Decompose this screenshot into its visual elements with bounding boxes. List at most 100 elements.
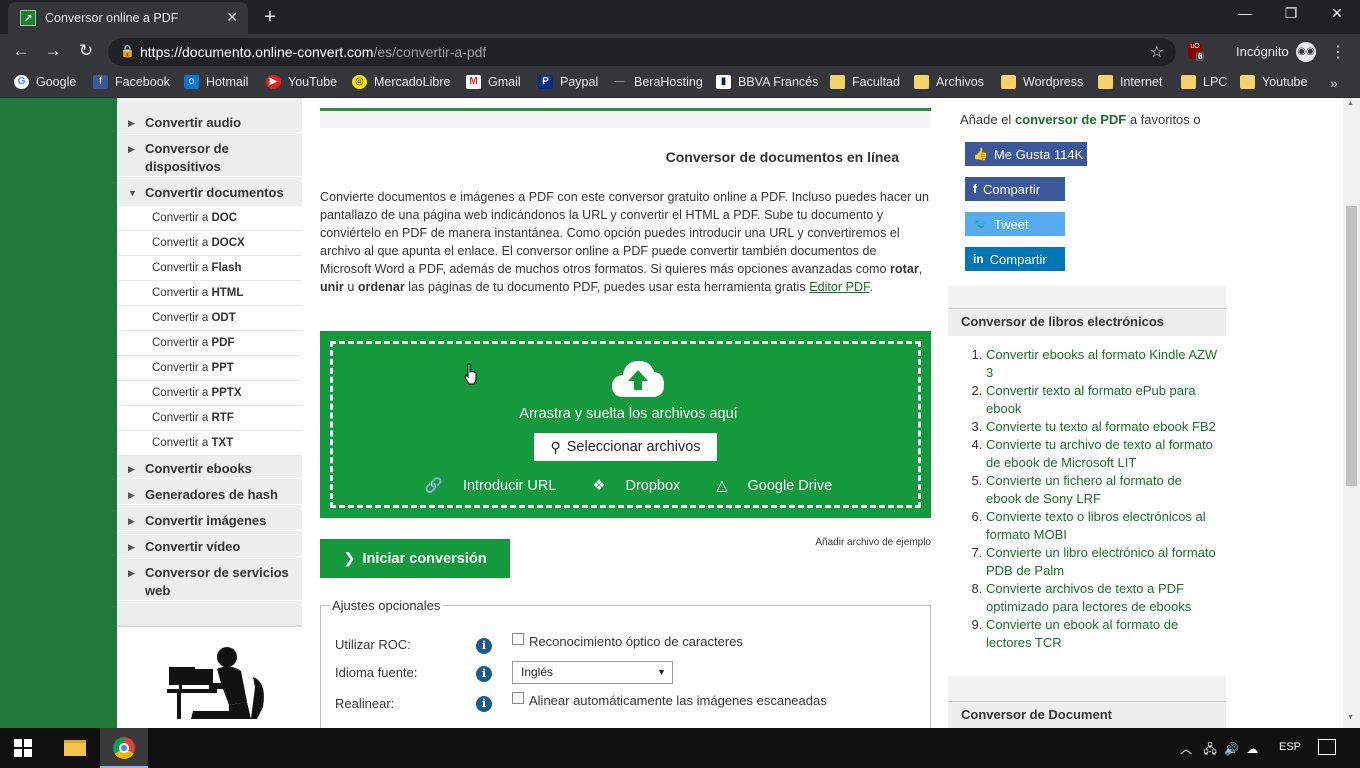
sidebar-item-imagenes[interactable]: ▶ Convertir imágenes (117, 512, 302, 531)
sidebar-subitem-pdf[interactable]: Convertir a PDF (117, 331, 302, 356)
close-window-button[interactable]: ✕ (1322, 5, 1352, 22)
gmail-icon: M (466, 75, 481, 89)
sidebar-subitem-ppt[interactable]: Convertir a PPT (117, 356, 302, 381)
onedrive-cloud-icon[interactable]: ☁ (1246, 742, 1258, 756)
incognito-icon[interactable]: ◉◉ (1296, 42, 1316, 62)
bookmark-berahosting[interactable]: — BeraHosting (612, 75, 703, 89)
dropbox-link[interactable]: ❖ Dropbox (584, 478, 688, 494)
list-item[interactable]: Convierte tu archivo de texto al formato… (986, 436, 1218, 472)
sidebar-subitem-flash[interactable]: Convertir a Flash (117, 256, 302, 281)
sidebar-subitem-doc[interactable]: Convertir a DOC (117, 206, 302, 231)
sidebar-item-ebooks[interactable]: ▶ Convertir ebooks (117, 460, 302, 479)
back-button[interactable]: ← (10, 41, 32, 61)
caret-right-icon: ▶ (128, 144, 135, 154)
sidebar-item-audio[interactable]: ▶ Convertir audio (117, 114, 302, 133)
enter-url-link[interactable]: 🔗 Introducir URL (417, 478, 565, 494)
sidebar-subitem-docx[interactable]: Convertir a DOCX (117, 231, 302, 256)
source-language-select[interactable]: Inglés ▼ (512, 661, 673, 684)
close-tab-icon[interactable]: ✕ (226, 9, 238, 26)
bookmark-facebook[interactable]: f Facebook (93, 75, 170, 89)
forward-button[interactable]: → (42, 41, 64, 61)
list-item[interactable]: Convierte un libro electrónico al format… (986, 544, 1218, 580)
bookmarks-overflow-icon[interactable]: » (1330, 75, 1338, 91)
bookmark-paypal[interactable]: P Paypal (538, 75, 598, 89)
windows-start-icon[interactable] (14, 739, 32, 757)
select-files-button[interactable]: ⚲ Seleccionar archivos (534, 433, 717, 461)
caret-right-icon: ▶ (128, 464, 135, 474)
network-icon[interactable]: 🖧 (1203, 742, 1216, 756)
file-drop-zone[interactable]: Arrastra y suelta los archivos aquí ⚲ Sel… (320, 331, 931, 518)
bookmark-folder-archivos[interactable]: Archivos (914, 75, 984, 89)
sidebar-subitem-html[interactable]: Convertir a HTML (117, 281, 302, 306)
google-drive-link[interactable]: △ Google Drive (708, 478, 840, 494)
content-area: ▶ Convertir audio ▶ Conversor de dispositi… (117, 98, 1343, 728)
scroll-down-icon[interactable]: ▼ (1347, 714, 1354, 721)
new-tab-button[interactable]: + (260, 6, 280, 29)
tweet-button[interactable]: 🐦 Tweet (965, 212, 1065, 236)
list-item[interactable]: Convertir ebooks al formato Kindle AZW 3 (986, 346, 1218, 382)
volume-icon[interactable]: 🔊 (1224, 742, 1239, 756)
editor-pdf-link[interactable]: Editor PDF (809, 280, 869, 294)
bookmark-folder-youtube[interactable]: Youtube (1240, 75, 1307, 89)
sidebar-item-video[interactable]: ▶ Convertir vídeo (117, 538, 302, 557)
sidebar-subitem-txt[interactable]: Convertir a TXT (117, 431, 302, 456)
sidebar-item-servicios-web[interactable]: ▶ Conversor de servicios web (117, 564, 302, 601)
folder-icon (1098, 75, 1113, 89)
language-info-icon[interactable]: i (476, 666, 492, 682)
sidebar-item-dispositivos[interactable]: ▶ Conversor de dispositivos (117, 140, 302, 177)
list-item[interactable]: Convierte archivos de texto a PDF optimi… (986, 580, 1218, 616)
dropbox-icon: ❖ (592, 478, 606, 494)
realign-checkbox[interactable] (512, 692, 524, 704)
page-scrollbar[interactable]: ▲ ▼ (1343, 98, 1360, 728)
sidebar-item-documentos[interactable]: ▼ Convertir documentos (117, 184, 302, 207)
notifications-icon[interactable] (1318, 739, 1336, 755)
list-item[interactable]: Convierte texto o libros electrónicos al… (986, 508, 1218, 544)
bookmark-gmail[interactable]: M Gmail (466, 75, 521, 89)
bookmark-bbva[interactable]: ▮ BBVA Francés (716, 75, 818, 89)
bookmark-folder-lpc[interactable]: LPC (1181, 75, 1227, 89)
maximize-button[interactable]: ❐ (1276, 5, 1306, 22)
sidebar-subitem-odt[interactable]: Convertir a ODT (117, 306, 302, 331)
linkedin-share-button[interactable]: in Compartir (965, 247, 1065, 271)
ocr-info-icon[interactable]: i (476, 638, 492, 654)
folder-icon (1240, 75, 1255, 89)
list-item[interactable]: Convierte un ebook al formato de lectore… (986, 616, 1218, 652)
add-example-file-link[interactable]: Añadir archivo de ejemplo (815, 537, 931, 548)
bookmark-star-icon[interactable]: ☆ (1150, 42, 1164, 62)
start-conversion-button[interactable]: ❯ Iniciar conversión (320, 539, 510, 578)
list-item[interactable]: Convierte tu texto al formato ebook FB2 (986, 418, 1218, 436)
sidebar-item-hash[interactable]: ▶ Generadores de hash (117, 486, 302, 505)
bookmark-youtube[interactable]: ▶ YouTube (266, 75, 337, 89)
bookmark-hotmail[interactable]: o Hotmail (184, 75, 248, 89)
bookmark-folder-facultad[interactable]: Facultad (830, 75, 900, 89)
realign-info-icon[interactable]: i (476, 696, 492, 712)
outlook-icon: o (184, 75, 199, 89)
facebook-like-button[interactable]: 👍 Me Gusta 114K (965, 142, 1087, 166)
chrome-taskbar-button[interactable] (100, 728, 148, 768)
bookmark-folder-wordpress[interactable]: Wordpress (1001, 75, 1083, 89)
list-item[interactable]: Convertir texto al formato ePub para ebo… (986, 382, 1218, 418)
file-explorer-icon[interactable] (64, 740, 86, 756)
tray-chevron-icon[interactable]: ︿ (1180, 742, 1192, 756)
bookmark-google[interactable]: G Google (14, 75, 76, 89)
caret-right-icon: ▶ (128, 118, 135, 128)
address-bar[interactable]: 🔒 https://documento.online-convert.com/e… (108, 38, 1176, 66)
bookmark-folder-internet[interactable]: Internet (1098, 75, 1162, 89)
scrollbar-thumb[interactable] (1346, 206, 1357, 486)
bookmark-mercadolibre[interactable]: ◎ MercadoLibre (352, 75, 450, 89)
ublock-extension-icon[interactable]: uO 6 (1188, 43, 1205, 61)
lock-icon: 🔒 (120, 44, 135, 58)
browser-menu-icon[interactable]: ⋮ (1330, 42, 1346, 62)
ebooks-section-title: Conversor de libros electrónicos (948, 308, 1226, 336)
facebook-share-button[interactable]: f Compartir (965, 177, 1065, 201)
browser-tab[interactable]: ↗ Conversor online a PDF ✕ (8, 2, 248, 34)
scroll-up-icon[interactable]: ▲ (1347, 100, 1354, 107)
sidebar-subitem-rtf[interactable]: Convertir a RTF (117, 406, 302, 431)
ocr-checkbox[interactable] (512, 633, 524, 645)
minimize-button[interactable]: — (1230, 5, 1260, 21)
list-item[interactable]: Convierte un fichero al formato de ebook… (986, 472, 1218, 508)
input-language-indicator[interactable]: ESP (1279, 741, 1301, 753)
reload-button[interactable]: ↻ (75, 41, 97, 61)
sidebar-subitem-pptx[interactable]: Convertir a PPTX (117, 381, 302, 406)
drop-zone-border: Arrastra y suelta los archivos aquí ⚲ Sel… (330, 341, 921, 508)
